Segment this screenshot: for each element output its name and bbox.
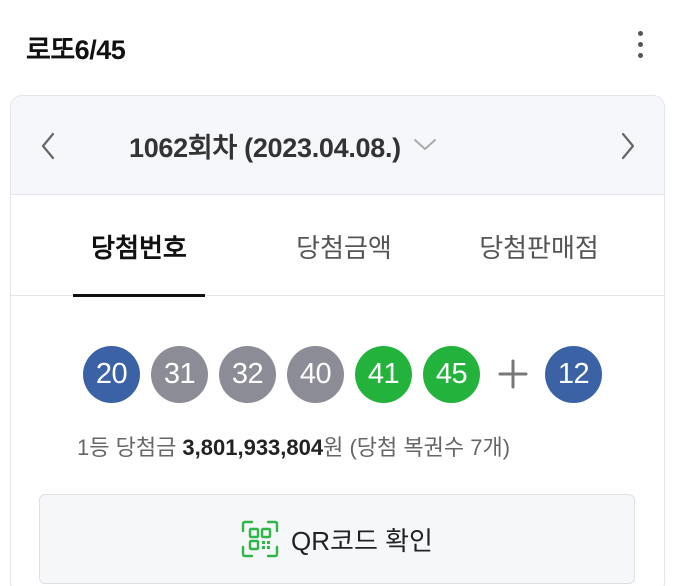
result-tabs: 당첨번호 당첨금액 당첨판매점 <box>11 196 664 297</box>
qr-code-icon <box>241 520 279 558</box>
prize-amount: 3,801,933,804 <box>182 435 324 460</box>
tab-prize-amount[interactable]: 당첨금액 <box>259 196 429 296</box>
chevron-left-icon <box>41 132 55 160</box>
tab-winning-stores[interactable]: 당첨판매점 <box>459 196 619 296</box>
app-title: 로또6/45 <box>26 35 126 65</box>
round-selector-bar: 1062회차 (2023.04.08.) <box>11 96 664 195</box>
number-ball: 32 <box>219 345 276 403</box>
next-round-button[interactable] <box>613 128 643 164</box>
bonus-number-ball: 12 <box>545 345 602 403</box>
first-prize-info: 1등 당첨금 3,801,933,804원 (당첨 복권수 7개) <box>77 430 510 462</box>
winning-numbers: 20 31 32 40 41 45 12 <box>83 345 613 403</box>
top-bar: 로또6/45 <box>0 0 680 94</box>
round-label: 1062회차 (2023.04.08.) <box>129 132 401 163</box>
chevron-right-icon <box>621 132 635 160</box>
number-ball: 31 <box>151 345 208 403</box>
tab-winning-numbers[interactable]: 당첨번호 <box>73 196 205 297</box>
prize-suffix: 원 (당첨 복권수 7개) <box>323 435 511 460</box>
plus-icon <box>491 346 535 403</box>
round-dropdown[interactable]: 1062회차 (2023.04.08.) <box>129 124 437 166</box>
prize-prefix: 1등 당첨금 <box>77 435 183 460</box>
qr-code-check-button[interactable]: QR코드 확인 <box>39 494 635 584</box>
more-options-icon[interactable] <box>624 26 656 62</box>
lotto-result-card: 1062회차 (2023.04.08.) 당첨번호 당첨금액 당첨판매점 20 … <box>10 95 665 586</box>
number-ball: 45 <box>423 345 480 403</box>
number-ball: 20 <box>83 345 140 403</box>
chevron-down-icon <box>413 139 436 150</box>
qr-button-label: QR코드 확인 <box>291 525 433 556</box>
previous-round-button[interactable] <box>33 128 63 164</box>
number-ball: 40 <box>287 345 344 403</box>
number-ball: 41 <box>355 345 412 403</box>
